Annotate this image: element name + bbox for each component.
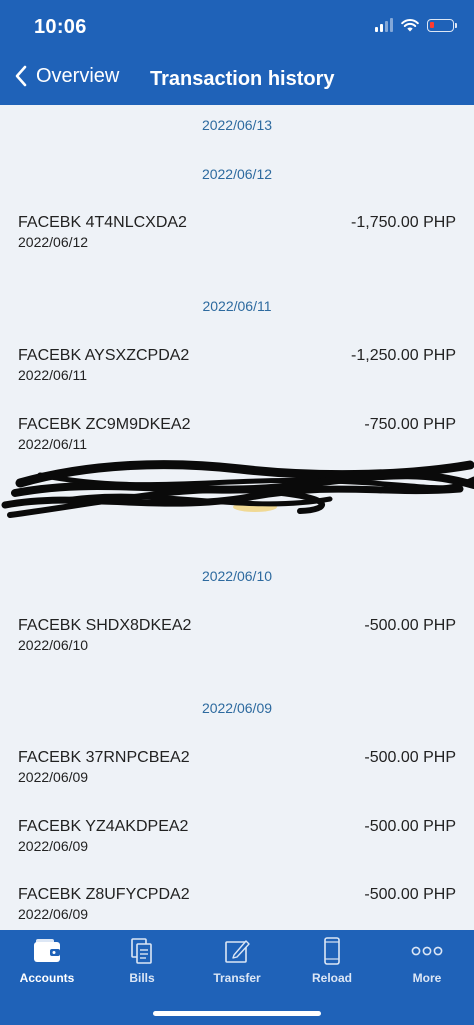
top-bar: 10:06 Overview Transaction history [0, 0, 474, 105]
transaction-amount: -500.00 PHP [364, 749, 456, 766]
transaction-date: 2022/06/09 [18, 838, 89, 854]
transaction-amount: -500.00 PHP [364, 886, 456, 903]
tab-label: Bills [129, 971, 155, 985]
transaction-name: FACEBK AYSXZCPDA2 [18, 347, 190, 364]
date-header: 2022/06/13 [201, 117, 273, 133]
date-header: 2022/06/09 [201, 700, 273, 716]
transaction-date: 2022/06/11 [18, 367, 88, 383]
transaction-row[interactable]: FACEBK AYSXZCPDA2 2022/06/11 -1,250.00 P… [0, 347, 474, 391]
transaction-date: 2022/06/09 [18, 906, 89, 922]
more-icon [411, 946, 443, 956]
wifi-icon [401, 19, 419, 32]
tab-transfer[interactable]: Transfer [190, 930, 284, 992]
transaction-name: FACEBK ZC9M9DKEA2 [18, 416, 191, 433]
tab-label: Accounts [19, 971, 75, 985]
transaction-row[interactable]: FACEBK 4T4NLCXDA2 2022/06/12 -1,750.00 P… [0, 214, 474, 258]
transaction-name: FACEBK 37RNPCBEA2 [18, 749, 190, 766]
transaction-date: 2022/06/09 [18, 769, 89, 785]
transaction-amount: -750.00 PHP [364, 416, 456, 433]
tab-reload[interactable]: Reload [285, 930, 379, 992]
transaction-name: FACEBK 4T4NLCXDA2 [18, 214, 187, 231]
transaction-date: 2022/06/10 [18, 637, 89, 653]
transaction-name: FACEBK Z8UFYCPDA2 [18, 886, 190, 903]
transaction-amount: -1,250.00 PHP [351, 347, 456, 364]
phone-icon [324, 937, 340, 965]
page-title: Transaction history [150, 68, 335, 90]
date-header: 2022/06/10 [201, 568, 273, 584]
transaction-name: FACEBK SHDX8DKEA2 [18, 617, 192, 634]
tab-label: Transfer [213, 971, 261, 985]
back-label: Overview [36, 64, 120, 87]
transaction-row[interactable]: FACEBK SHDX8DKEA2 2022/06/10 -500.00 PHP [0, 617, 474, 661]
transfer-icon [225, 940, 250, 963]
back-button[interactable]: Overview [14, 64, 119, 88]
tab-accounts[interactable]: Accounts [0, 930, 94, 992]
chevron-left-icon [15, 65, 27, 87]
date-header: 2022/06/12 [201, 166, 273, 182]
transaction-row[interactable]: FACEBK 37RNPCBEA2 2022/06/09 -500.00 PHP [0, 749, 474, 793]
date-header: 2022/06/11 [202, 298, 272, 314]
tab-bills[interactable]: Bills [95, 930, 189, 992]
transaction-date: 2022/06/11 [18, 436, 88, 452]
wallet-icon [34, 939, 60, 962]
bills-icon [131, 938, 152, 964]
status-time: 10:06 [34, 16, 87, 38]
transaction-amount: -1,750.00 PHP [351, 214, 456, 231]
transaction-name: FACEBK YZ4AKDPEA2 [18, 818, 189, 835]
transaction-amount: -500.00 PHP [364, 617, 456, 634]
tab-label: More [412, 971, 442, 985]
home-indicator [153, 1011, 321, 1016]
transaction-row[interactable]: FACEBK YZ4AKDPEA2 2022/06/09 -500.00 PHP [0, 818, 474, 862]
redaction-scribble [1, 460, 474, 518]
transaction-amount: -500.00 PHP [364, 818, 456, 835]
battery-icon [427, 18, 457, 32]
status-icons [375, 18, 457, 32]
transaction-date: 2022/06/12 [18, 234, 89, 250]
transaction-row[interactable]: FACEBK Z8UFYCPDA2 2022/06/09 -500.00 PHP [0, 886, 474, 930]
cellular-signal-icon [375, 18, 393, 32]
tab-more[interactable]: More [380, 930, 474, 992]
transaction-row[interactable]: FACEBK ZC9M9DKEA2 2022/06/11 -750.00 PHP [0, 416, 474, 460]
tab-label: Reload [311, 971, 352, 985]
